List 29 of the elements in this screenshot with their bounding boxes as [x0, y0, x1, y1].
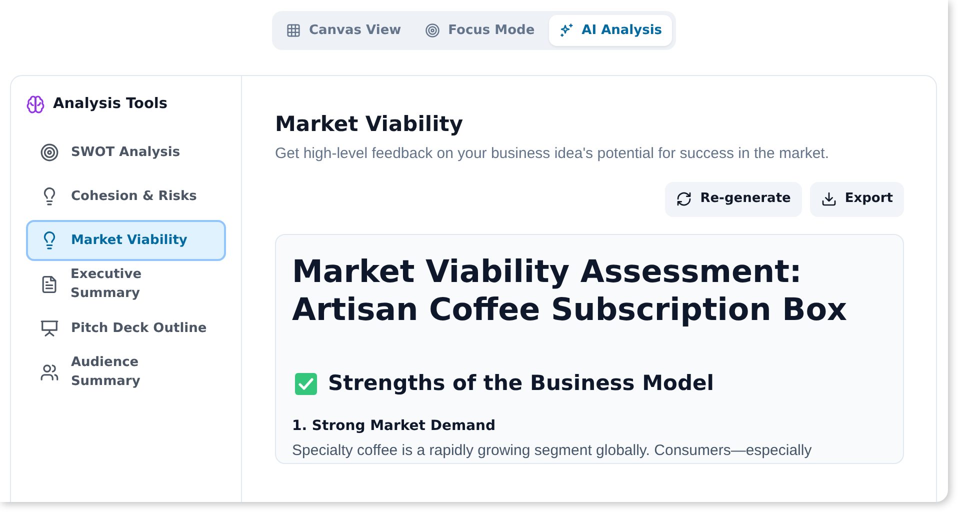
sidebar-item[interactable]: Audience Summary: [26, 352, 226, 393]
refresh-icon: [676, 191, 692, 208]
presentation-icon: [40, 318, 59, 338]
sidebar-item[interactable]: Pitch Deck Outline: [26, 308, 226, 349]
view-tab[interactable]: Canvas View: [276, 15, 412, 46]
view-tab[interactable]: AI Analysis: [548, 15, 672, 46]
target-icon: [425, 23, 440, 38]
users-icon: [40, 362, 59, 382]
target-icon: [40, 142, 59, 162]
download-icon: [820, 191, 837, 208]
report-paragraph: Specialty coffee is a rapidly growing segment globally. Consumers—especially: [292, 441, 813, 462]
sidebar-item[interactable]: SWOT Analysis: [26, 132, 226, 173]
sidebar-item[interactable]: Cohesion & Risks: [26, 176, 226, 217]
grid-icon: [286, 23, 301, 38]
view-tab[interactable]: Focus Mode: [415, 15, 545, 46]
report-title: Market Viability Assessment: Artisan Coffee Subscription Box: [292, 252, 848, 330]
sidebar-item[interactable]: Market Viability: [26, 220, 226, 261]
point-heading: 1. Strong Market Demand: [292, 418, 497, 434]
regenerate-button[interactable]: Re-generate: [665, 182, 802, 217]
section-heading: Strengths of the Business Model: [328, 370, 714, 398]
sidebar-title: Analysis Tools: [53, 95, 168, 114]
export-button[interactable]: Export: [810, 182, 904, 217]
document-icon: [40, 274, 59, 294]
page-title: Market Viability: [275, 112, 464, 138]
page-subtitle: Get high-level feedback on your business idea's potential for success in the market.: [275, 144, 830, 164]
sidebar-item[interactable]: Executive Summary: [26, 264, 226, 305]
sparkles-icon: [558, 23, 574, 38]
checkbox-icon: [294, 372, 318, 396]
brain-icon: [26, 95, 45, 114]
